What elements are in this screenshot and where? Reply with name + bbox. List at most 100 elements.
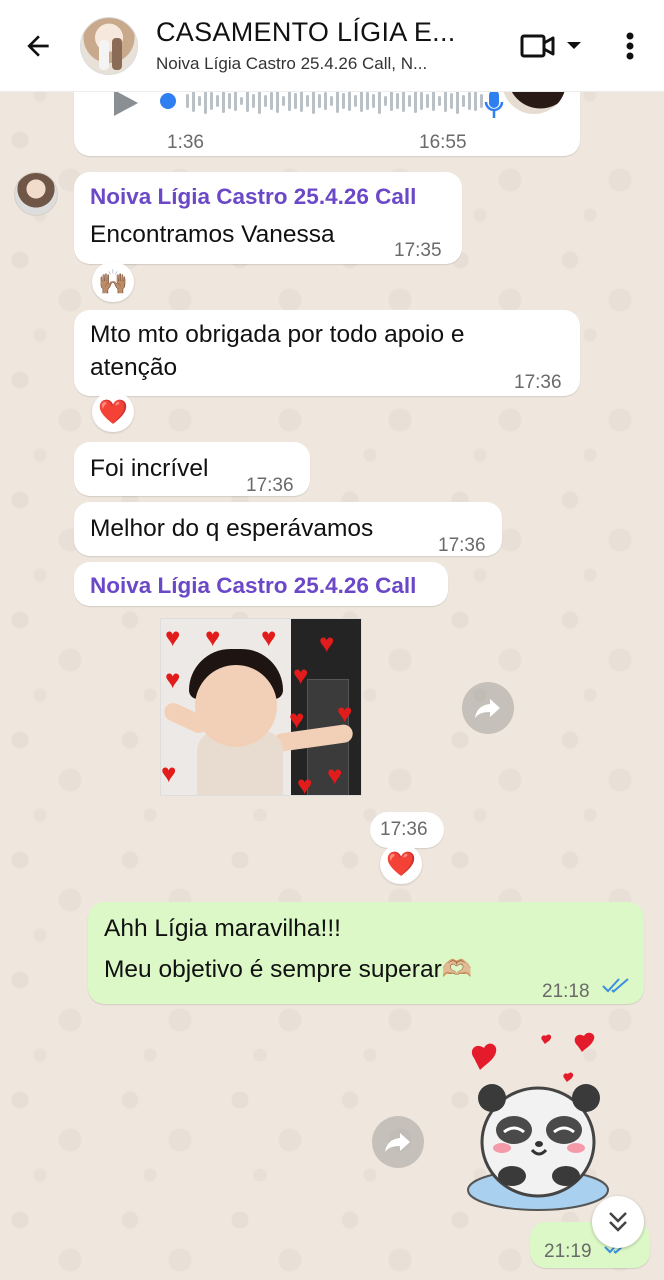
- waveform-bar: [324, 92, 327, 110]
- waveform-bar: [348, 91, 351, 111]
- waveform-bar: [210, 92, 213, 110]
- panda-sticker[interactable]: [462, 1032, 622, 1222]
- forward-icon: [475, 699, 500, 718]
- waveform-bar: [372, 94, 375, 108]
- sticker-time-pill: 17:36: [370, 812, 444, 848]
- chat-header: CASAMENTO LÍGIA E... Noiva Lígia Castro …: [0, 0, 664, 92]
- waveform-bar: [222, 89, 225, 113]
- waveform-bar: [282, 96, 285, 106]
- chevron-down-icon: [567, 41, 581, 49]
- waveform-bar: [186, 94, 189, 108]
- waveform-bar: [420, 92, 423, 110]
- heart-icon: ♥: [327, 760, 343, 790]
- more-options-button[interactable]: [610, 32, 650, 60]
- waveform-bar: [474, 91, 477, 111]
- sender-name[interactable]: Noiva Lígia Castro 25.4.26 Call: [90, 569, 416, 602]
- message-text: Melhor do q esperávamos: [90, 515, 374, 542]
- waveform-bar: [318, 94, 321, 108]
- waveform-bar: [462, 95, 465, 107]
- message-text: atenção: [90, 354, 178, 381]
- message-time: 21:19: [544, 1241, 592, 1262]
- message-time: 17:36: [514, 372, 562, 393]
- incoming-message[interactable]: Melhor do q esperávamos 17:36: [74, 502, 502, 556]
- voice-current-time: 1:36: [167, 132, 204, 153]
- waveform-bar: [342, 93, 345, 109]
- incoming-message-header[interactable]: Noiva Lígia Castro 25.4.26 Call: [74, 562, 448, 606]
- waveform-bar: [438, 96, 441, 106]
- heart-icon: ♥: [165, 622, 181, 652]
- waveform-bar: [294, 93, 297, 109]
- waveform-bar: [390, 91, 393, 111]
- message-text: Mto mto obrigada por todo apoio e: [90, 321, 465, 348]
- heart-icon: ♥: [289, 704, 305, 734]
- waveform-bar: [198, 96, 201, 106]
- message-text: Meu objetivo é sempre superar🫶🏼: [104, 956, 473, 983]
- incoming-message[interactable]: Noiva Lígia Castro 25.4.26 Call Encontra…: [74, 172, 462, 264]
- message-time: 17:36: [438, 535, 486, 556]
- waveform-bar: [450, 93, 453, 109]
- waveform-bar: [192, 90, 195, 112]
- video-call-button[interactable]: [508, 32, 594, 60]
- back-button[interactable]: [8, 0, 68, 92]
- message-time: 17:36: [380, 819, 428, 840]
- forward-icon: [385, 1133, 410, 1152]
- header-info[interactable]: CASAMENTO LÍGIA E... Noiva Lígia Castro …: [156, 17, 508, 74]
- heart-icon: ♥: [297, 770, 313, 796]
- forward-button[interactable]: [372, 1116, 424, 1168]
- more-vert-icon: [626, 32, 634, 59]
- waveform-bar: [354, 95, 357, 107]
- waveform-bar: [432, 91, 435, 111]
- waveform-bar: [234, 91, 237, 111]
- image-sticker[interactable]: ♥ ♥ ♥ ♥ ♥ ♥ ♥ ♥ ♥ ♥ ♥: [160, 618, 362, 796]
- message-reaction[interactable]: ❤️: [92, 392, 134, 432]
- mic-icon: [484, 90, 504, 118]
- waveform-bar: [366, 92, 369, 110]
- heart-icon: ♥: [161, 758, 177, 788]
- waveform-bar: [288, 91, 291, 111]
- sender-name[interactable]: Noiva Lígia Castro 25.4.26 Call: [90, 180, 416, 213]
- video-call-icon: [520, 34, 555, 57]
- waveform-bar: [270, 92, 273, 110]
- panda-sticker-art: [467, 1032, 609, 1211]
- scroll-down-icon: [609, 1212, 627, 1232]
- forward-button[interactable]: [462, 682, 514, 734]
- play-icon[interactable]: [110, 88, 140, 118]
- heart-icon: ♥: [293, 660, 309, 690]
- read-ticks-icon: [602, 978, 629, 993]
- waveform-bar: [360, 90, 363, 112]
- waveform-bar: [384, 96, 387, 106]
- outgoing-message[interactable]: Ahh Lígia maravilha!!! Meu objetivo é se…: [88, 902, 644, 1004]
- message-text: Ahh Lígia maravilha!!!: [104, 915, 341, 942]
- back-arrow-icon: [27, 34, 49, 57]
- waveform-bar: [336, 89, 339, 113]
- waveform-bar: [480, 94, 483, 108]
- chat-subtitle: Noiva Lígia Castro 25.4.26 Call, N...: [156, 54, 428, 73]
- message-reaction[interactable]: 🙌🏽: [92, 262, 134, 302]
- child-face: [195, 665, 277, 747]
- voice-progress-dot[interactable]: [160, 93, 176, 109]
- message-text: Foi incrível: [90, 455, 209, 482]
- incoming-message[interactable]: Mto mto obrigada por todo apoio e atençã…: [74, 310, 580, 396]
- heart-icon: ♥: [319, 628, 335, 658]
- waveform-bar: [276, 89, 279, 113]
- heart-icon: ♥: [337, 698, 353, 728]
- message-time: 17:35: [394, 240, 442, 261]
- incoming-message[interactable]: Foi incrível 17:36: [74, 442, 310, 496]
- voice-sent-time: 16:55: [419, 132, 467, 153]
- participant-avatar[interactable]: [14, 172, 58, 216]
- scroll-to-bottom-button[interactable]: [592, 1196, 644, 1248]
- waveform-bar: [402, 90, 405, 112]
- waveform-bar: [426, 94, 429, 108]
- waveform-bar: [240, 97, 243, 105]
- waveform-bar: [306, 95, 309, 107]
- message-time: 17:36: [246, 475, 294, 496]
- message-text: Encontramos Vanessa: [90, 221, 335, 248]
- waveform-bar: [216, 95, 219, 107]
- waveform-bar: [468, 92, 471, 110]
- heart-icon: ♥: [261, 622, 277, 652]
- waveform-bar: [252, 94, 255, 108]
- message-time: 21:18: [542, 981, 590, 1002]
- group-avatar[interactable]: [80, 16, 138, 75]
- message-reaction[interactable]: ❤️: [380, 844, 422, 884]
- waveform-bar: [300, 90, 303, 112]
